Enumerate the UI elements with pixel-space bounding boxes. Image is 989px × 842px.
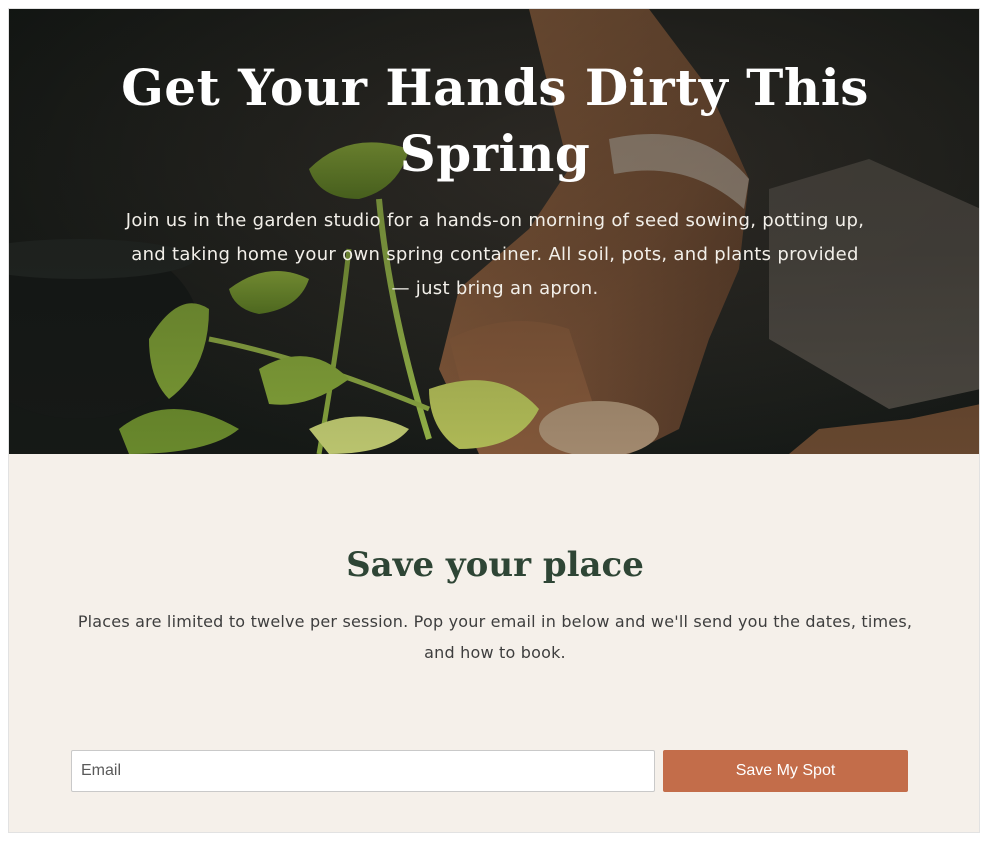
hero-subtitle: Join us in the garden studio for a hands… bbox=[125, 210, 865, 299]
email-field[interactable] bbox=[71, 750, 655, 792]
save-my-spot-button[interactable]: Save My Spot bbox=[663, 750, 908, 792]
hero-title: Get Your Hands Dirty This Spring bbox=[121, 58, 869, 183]
page-frame: Get Your Hands Dirty This Spring Join us… bbox=[8, 8, 980, 833]
signup-title: Save your place bbox=[346, 545, 644, 585]
signup-description: Places are limited to twelve per session… bbox=[77, 612, 913, 662]
hero-section: Get Your Hands Dirty This Spring Join us… bbox=[9, 9, 979, 454]
